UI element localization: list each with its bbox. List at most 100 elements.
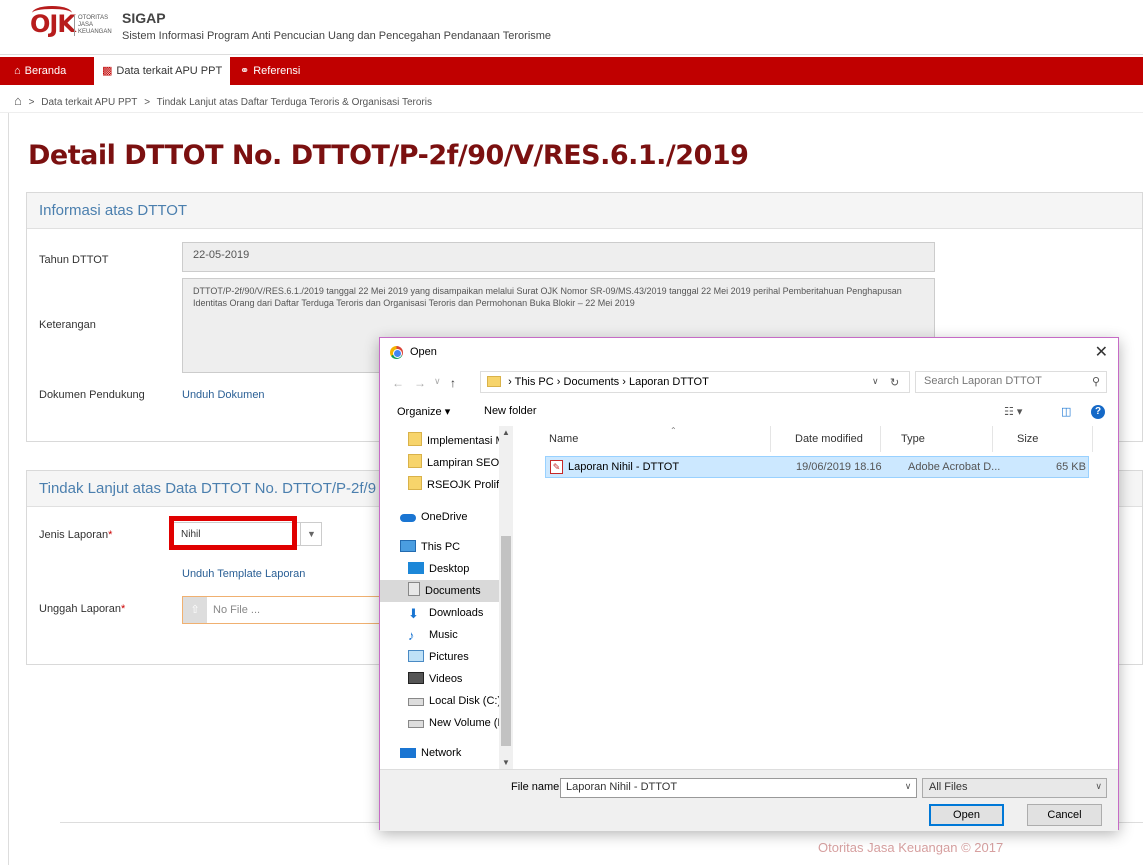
tree-item-rseojk[interactable]: RSEOJK Prolifera [380, 474, 499, 496]
unggah-laporan-label: Unggah Laporan* [39, 603, 126, 615]
pc-icon [400, 540, 416, 552]
folder-icon [408, 476, 422, 490]
highlight-box [169, 516, 297, 550]
tree-item-this-pc[interactable]: This PC [380, 536, 499, 558]
jenis-laporan-label: Jenis Laporan* [39, 529, 113, 541]
onedrive-icon [400, 514, 416, 522]
app-header: OJK OTORITAS JASA KEUANGAN SIGAP Sistem … [0, 0, 1143, 55]
footer-copyright: Otoritas Jasa Keuangan © 2017 [818, 840, 1004, 855]
recent-chevron-icon[interactable]: ∨ [434, 376, 441, 387]
tree-item-music[interactable]: ♪ Music [380, 624, 499, 646]
forward-arrow-icon[interactable]: → [414, 376, 426, 390]
link-icon: ⚭ [240, 65, 250, 77]
nav-beranda[interactable]: ⌂ Beranda [6, 57, 74, 85]
preview-pane-icon[interactable]: ◫ [1061, 405, 1071, 418]
scroll-up-icon[interactable]: ▲ [502, 428, 510, 437]
ojk-logo[interactable]: OJK OTORITAS JASA KEUANGAN [30, 6, 115, 48]
desktop-icon [408, 562, 424, 574]
path-segment[interactable]: Documents [564, 376, 620, 388]
file-name-input[interactable]: Laporan Nihil - DTTOT ∨ [560, 778, 917, 798]
path-segment[interactable]: Laporan DTTOT [629, 376, 709, 388]
help-icon[interactable]: ? [1091, 405, 1105, 419]
chevron-down-icon[interactable]: ∨ [900, 781, 916, 792]
videos-icon [408, 672, 424, 684]
column-name[interactable]: Name [525, 426, 771, 452]
chevron-down-icon: ∨ [1095, 781, 1102, 791]
app-subtitle: Sistem Informasi Program Anti Pencucian … [122, 30, 552, 42]
tree-item-documents[interactable]: Documents [380, 580, 499, 602]
home-icon[interactable]: ⌂ [14, 93, 22, 108]
volume-icon [408, 720, 424, 728]
column-type[interactable]: Type [881, 426, 993, 452]
chrome-icon [390, 346, 403, 359]
open-button[interactable]: Open [929, 804, 1004, 826]
keterangan-label: Keterangan [39, 319, 96, 331]
scrollbar-thumb[interactable] [501, 536, 511, 746]
tree-item-desktop[interactable]: Desktop [380, 558, 499, 580]
file-type: Adobe Acrobat D... [908, 461, 1001, 473]
tree-item-lampiran[interactable]: Lampiran SEOJK [380, 452, 499, 474]
refresh-icon[interactable]: ↻ [890, 376, 899, 389]
app-title: SIGAP [122, 10, 166, 26]
chevron-down-icon[interactable]: ▼ [300, 522, 322, 546]
search-input[interactable]: Search Laporan DTTOT ⚲ [915, 371, 1107, 393]
book-icon: ▩ [102, 65, 113, 77]
breadcrumb: ⌂ > Data terkait APU PPT > Tindak Lanjut… [0, 88, 1143, 113]
logo-subtext: OTORITAS JASA KEUANGAN [74, 15, 112, 36]
unduh-dokumen-link[interactable]: Unduh Dokumen [182, 389, 265, 401]
folder-icon [408, 432, 422, 446]
tree-item-new-volume[interactable]: New Volume (D: [380, 712, 499, 734]
file-row[interactable]: ✎ Laporan Nihil - DTTOT 19/06/2019 18.16… [545, 456, 1089, 478]
up-arrow-icon[interactable]: ↑ [450, 376, 456, 390]
close-icon[interactable]: ✕ [1095, 342, 1108, 362]
unduh-template-link[interactable]: Unduh Template Laporan [182, 568, 305, 580]
tree-item-network[interactable]: Network [380, 742, 499, 764]
pictures-icon [408, 650, 424, 662]
file-upload-input[interactable]: ⇧ No File ... [182, 596, 382, 624]
folder-icon [487, 376, 501, 387]
downloads-icon: ⬇ [408, 606, 419, 621]
address-bar[interactable]: › This PC › Documents › Laporan DTTOT [480, 371, 910, 393]
navigation-pane: Implementasi M Lampiran SEOJK RSEOJK Pro… [380, 426, 513, 769]
nav-data-apu-ppt[interactable]: ▩ Data terkait APU PPT [94, 57, 231, 85]
organize-button[interactable]: Organize ▾ [397, 405, 450, 418]
nav-referensi[interactable]: ⚭ Referensi [232, 57, 308, 85]
open-file-dialog: Open ✕ ← → ∨ ↑ › This PC › Documents › L… [379, 337, 1119, 831]
tree-item-pictures[interactable]: Pictures [380, 646, 499, 668]
path-segment[interactable]: This PC [515, 376, 554, 388]
network-icon [400, 748, 416, 758]
back-arrow-icon[interactable]: ← [392, 376, 404, 390]
new-folder-button[interactable]: New folder [484, 405, 537, 417]
address-row: ← → ∨ ↑ › This PC › Documents › Laporan … [380, 368, 1118, 398]
pdf-icon: ✎ [550, 460, 563, 474]
tree-item-local-disk[interactable]: Local Disk (C:) [380, 690, 499, 712]
cancel-button[interactable]: Cancel [1027, 804, 1102, 826]
tree-item-implementasi[interactable]: Implementasi M [380, 430, 499, 452]
nav-scrollbar[interactable]: ▲ ▼ [499, 426, 513, 769]
file-list: Name ⌃ Date modified Type Size ✎ Laporan… [525, 426, 1115, 769]
folder-icon [408, 454, 422, 468]
column-size[interactable]: Size [993, 426, 1093, 452]
dialog-titlebar[interactable]: Open ✕ [380, 338, 1118, 368]
tahun-field: 22-05-2019 [182, 242, 935, 272]
logo-text: OJK [30, 10, 76, 38]
tree-item-videos[interactable]: Videos [380, 668, 499, 690]
home-icon: ⌂ [14, 65, 21, 77]
info-panel-heading: Informasi atas DTTOT [27, 193, 1142, 229]
content-left-border [8, 113, 9, 865]
page-title: Detail DTTOT No. DTTOT/P-2f/90/V/RES.6.1… [28, 140, 749, 171]
file-type-filter[interactable]: All Files ∨ [922, 778, 1107, 798]
address-dropdown-icon[interactable]: ∨ [872, 376, 879, 387]
column-date-modified[interactable]: Date modified [771, 426, 881, 452]
upload-icon[interactable]: ⇧ [183, 597, 207, 623]
scroll-down-icon[interactable]: ▼ [502, 758, 510, 767]
tree-item-downloads[interactable]: ⬇ Downloads [380, 602, 499, 624]
file-name: Laporan Nihil - DTTOT [568, 461, 680, 473]
file-size: 65 KB [1056, 461, 1086, 473]
file-name-label: File name: [511, 781, 563, 793]
breadcrumb-item-data-apu-ppt[interactable]: Data terkait APU PPT [41, 97, 137, 108]
view-options-icon[interactable]: ☷ ▾ [1004, 405, 1022, 418]
file-date: 19/06/2019 18.16 [796, 461, 882, 473]
sort-ascending-icon: ⌃ [670, 426, 677, 435]
tree-item-onedrive[interactable]: OneDrive [380, 506, 499, 528]
